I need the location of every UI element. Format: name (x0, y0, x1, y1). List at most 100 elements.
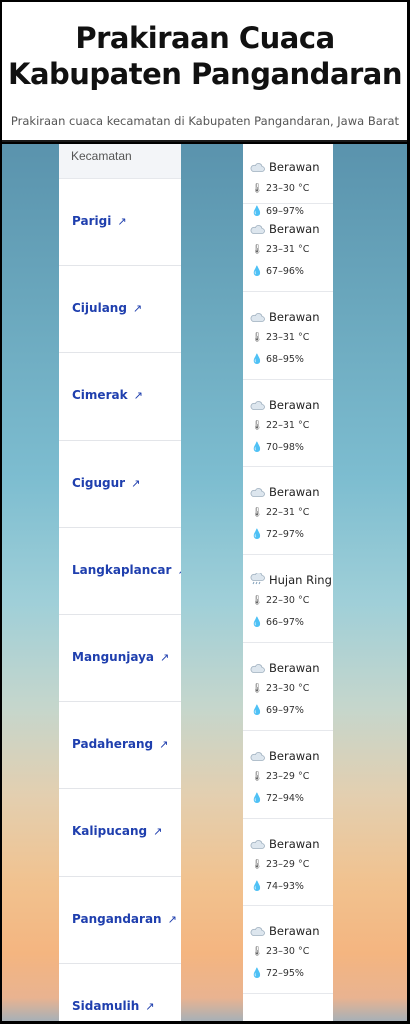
thermometer-icon: 🌡 (251, 946, 264, 958)
temperature-range: 🌡 23–29 °C (251, 771, 309, 782)
condition-label: Berawan (269, 160, 320, 174)
kecamatan-name: Padaherang (72, 737, 154, 752)
condition-label: Berawan (269, 309, 320, 324)
temperature-value: 22–31 °C (266, 507, 310, 519)
temperature-range: 🌡 23–31 °C (251, 244, 309, 255)
weather-condition: Berawan (249, 661, 319, 675)
kecamatan-link-pangandaran[interactable]: Pangandaran ↗ (72, 912, 177, 926)
kecamatan-link-parigi[interactable]: Parigi ↗ (72, 214, 127, 228)
cloud-icon (249, 925, 265, 937)
temperature-value: 22–31 °C (266, 419, 310, 431)
cloud-icon (249, 838, 265, 849)
weather-condition: Berawan (249, 924, 319, 938)
table-row: Cijulang ↗ (59, 266, 181, 354)
humidity-range: 💧 68–95% (251, 354, 304, 365)
humidity-range: 💧 66–97% (251, 617, 304, 628)
thermometer-icon: 🌡 (251, 244, 264, 255)
table-row: Kalipucang ↗ (59, 789, 181, 877)
kecamatan-link-cimerak[interactable]: Cimerak ↗ (72, 388, 143, 402)
condition-label: Berawan (269, 748, 320, 763)
droplet-icon: 💧 (251, 968, 263, 980)
kecamatan-column: Kecamatan Parigi ↗ Cijulang ↗ Cimerak ↗ Cigugu… (59, 144, 181, 1021)
humidity-range: 💧 74–93% (251, 881, 304, 892)
humidity-range: 💧 70–98% (251, 442, 304, 453)
humidity-value: 72–97% (266, 529, 304, 541)
temperature-value: 23–30 °C (266, 946, 310, 958)
table-row: Mangunjaya ↗ (59, 615, 181, 703)
weather-row: Berawan 🌡 22–31 °C 💧 72–97% (243, 467, 333, 556)
external-link-icon: ↗ (145, 999, 155, 1013)
kecamatan-name: Kalipucang (72, 824, 148, 839)
kecamatan-link-cigugur[interactable]: Cigugur ↗ (72, 476, 140, 490)
external-link-icon: ↗ (117, 215, 127, 228)
temperature-value: 23–29 °C (266, 770, 310, 782)
humidity-value: 66–97% (266, 617, 304, 629)
page-header: Prakiraan Cuaca Kabupaten Pangandaran Pr… (2, 2, 407, 142)
temperature-range: 🌡 23–31 °C (251, 332, 309, 343)
temperature-range: 🌡 23–30 °C (251, 683, 309, 694)
kecamatan-link-mangunjaya[interactable]: Mangunjaya ↗ (72, 650, 169, 664)
humidity-range: 💧 72–95% (251, 968, 304, 979)
cloud-icon (249, 486, 265, 498)
weather-condition: Berawan (249, 398, 319, 412)
kecamatan-name: Pangandaran (72, 911, 162, 926)
weather-row: Berawan 🌡 23–30 °C 💧 69–97% (243, 643, 333, 731)
external-link-icon: ↗ (167, 912, 177, 926)
thermometer-icon: 🌡 (251, 595, 264, 607)
cloud-rain-icon (249, 572, 265, 585)
weather-row: Berawan 🌡 23–31 °C 💧 68–95% (243, 292, 333, 380)
condition-label: Berawan (269, 924, 320, 939)
weather-row: Berawan 🌡 22–31 °C 💧 70–98% (243, 380, 333, 468)
droplet-icon: 💧 (251, 266, 263, 277)
cloud-icon (249, 750, 265, 761)
humidity-value: 72–95% (266, 968, 304, 980)
droplet-icon: 💧 (251, 880, 263, 892)
kecamatan-link-cijulang[interactable]: Cijulang ↗ (72, 301, 142, 315)
droplet-icon: 💧 (251, 441, 263, 453)
kecamatan-name: Cigugur (72, 475, 126, 490)
table-row: Padaherang ↗ (59, 702, 181, 790)
thermometer-icon: 🌡 (251, 183, 264, 194)
temperature-range: 🌡 22–30 °C (251, 595, 309, 606)
humidity-value: 68–95% (266, 353, 304, 365)
humidity-range: 💧 72–97% (251, 529, 304, 540)
temperature-value: 22–30 °C (266, 595, 310, 607)
weather-condition: Berawan (249, 485, 319, 499)
thermometer-icon: 🌡 (251, 770, 264, 782)
external-link-icon: ↗ (153, 825, 163, 839)
kecamatan-link-langkaplancar[interactable]: Langkaplancar ↗ (72, 563, 181, 577)
thermometer-icon: 🌡 (251, 331, 264, 343)
temperature-range: 🌡 23–30 °C (251, 946, 309, 957)
kecamatan-name: Parigi (72, 214, 112, 228)
table-row: Cimerak ↗ (59, 353, 181, 441)
humidity-range: 💧 67–96% (251, 266, 304, 277)
weather-row: Berawan 🌡 23–30 °C 💧 69–97% (243, 144, 333, 217)
weather-row: Berawan 🌡 23–29 °C 💧 74–93% (243, 819, 333, 907)
condition-label: Hujan Ring (269, 573, 332, 588)
kecamatan-link-padaherang[interactable]: Padaherang ↗ (72, 737, 168, 751)
humidity-value: 69–97% (266, 704, 304, 716)
kecamatan-name: Langkaplancar (72, 562, 172, 577)
table-row: Langkaplancar ↗ (59, 528, 181, 615)
thermometer-icon: 🌡 (251, 682, 264, 694)
humidity-range: 💧 69–97% (251, 705, 304, 716)
kecamatan-link-kalipucang[interactable]: Kalipucang ↗ (72, 824, 162, 838)
humidity-value: 70–98% (266, 441, 304, 453)
kecamatan-name: Cijulang (72, 301, 127, 316)
weather-condition: Hujan Ring (249, 572, 332, 588)
condition-label: Berawan (269, 222, 320, 236)
kecamatan-link-sidamulih[interactable]: Sidamulih ↗ (72, 999, 154, 1013)
weather-row: Berawan 🌡 23–29 °C 💧 72–94% (243, 731, 333, 819)
droplet-icon: 💧 (251, 617, 263, 629)
page-frame: Prakiraan Cuaca Kabupaten Pangandaran Pr… (0, 0, 408, 1022)
temperature-value: 23–31 °C (266, 331, 310, 343)
condition-label: Berawan (269, 397, 320, 412)
thermometer-icon: 🌡 (251, 507, 264, 519)
cloud-icon (249, 223, 265, 234)
cloud-icon (249, 311, 265, 322)
external-link-icon: ↗ (133, 389, 143, 403)
page-subtitle: Prakiraan cuaca kecamatan di Kabupaten P… (10, 114, 400, 128)
weather-condition: Berawan (249, 749, 319, 763)
table-row: Cigugur ↗ (59, 441, 181, 528)
condition-label: Berawan (269, 485, 320, 500)
